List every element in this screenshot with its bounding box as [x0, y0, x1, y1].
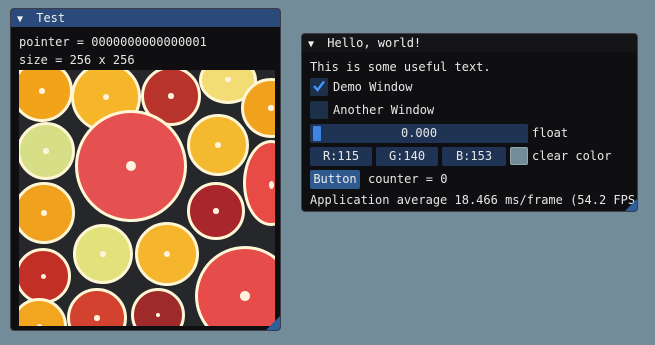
hello-window-title: Hello, world! [327, 36, 422, 50]
fps-text: Application average 18.466 ms/frame (54.… [310, 193, 638, 207]
slider-grab[interactable] [313, 126, 321, 141]
float-label: float [532, 126, 569, 140]
counter-text: counter = 0 [368, 172, 448, 186]
orange-slice [19, 182, 75, 244]
checkmark-icon [313, 80, 325, 92]
size-text: size = 256 x 256 [19, 53, 135, 67]
color-b-field[interactable]: B:153 [442, 147, 506, 166]
blood-orange-slice [187, 182, 245, 240]
demo-window-label[interactable]: Demo Window [333, 80, 412, 94]
another-window-checkbox[interactable] [310, 101, 328, 119]
color-r-field[interactable]: R:115 [310, 147, 372, 166]
blood-orange-slice [19, 248, 71, 304]
orange-slice [187, 114, 249, 176]
test-window-titlebar[interactable]: ▼ Test [11, 9, 280, 27]
blood-orange-slice [67, 288, 127, 326]
orange-slice [135, 222, 199, 286]
lime-slice [73, 224, 133, 284]
collapse-arrow-icon[interactable]: ▼ [17, 11, 29, 29]
citrus-image [19, 70, 275, 326]
counter-button[interactable]: Button [310, 170, 360, 189]
blood-orange-slice [131, 288, 185, 326]
test-window-title: Test [36, 11, 66, 25]
grapefruit-slice [75, 110, 187, 222]
orange-slice [19, 298, 67, 326]
hello-window[interactable]: ▼ Hello, world! This is some useful text… [301, 33, 638, 212]
float-slider-value: 0.000 [400, 126, 438, 140]
useful-text: This is some useful text. [310, 60, 491, 74]
hello-window-titlebar[interactable]: ▼ Hello, world! [302, 34, 637, 52]
test-window[interactable]: ▼ Test pointer = 0000000000000001 size =… [10, 8, 281, 331]
resize-grip-icon[interactable] [266, 316, 280, 330]
color-swatch[interactable] [510, 147, 528, 165]
orange-slice [19, 70, 73, 122]
lime-slice [19, 122, 75, 180]
pointer-text: pointer = 0000000000000001 [19, 35, 207, 49]
demo-window-checkbox[interactable] [310, 78, 328, 96]
clear-color-label: clear color [532, 149, 612, 163]
grapefruit-slice [195, 246, 275, 326]
collapse-arrow-icon[interactable]: ▼ [308, 36, 320, 54]
float-slider[interactable]: 0.000 [310, 124, 528, 143]
another-window-label[interactable]: Another Window [333, 103, 434, 117]
resize-grip-icon[interactable] [625, 199, 637, 211]
color-g-field[interactable]: G:140 [376, 147, 438, 166]
